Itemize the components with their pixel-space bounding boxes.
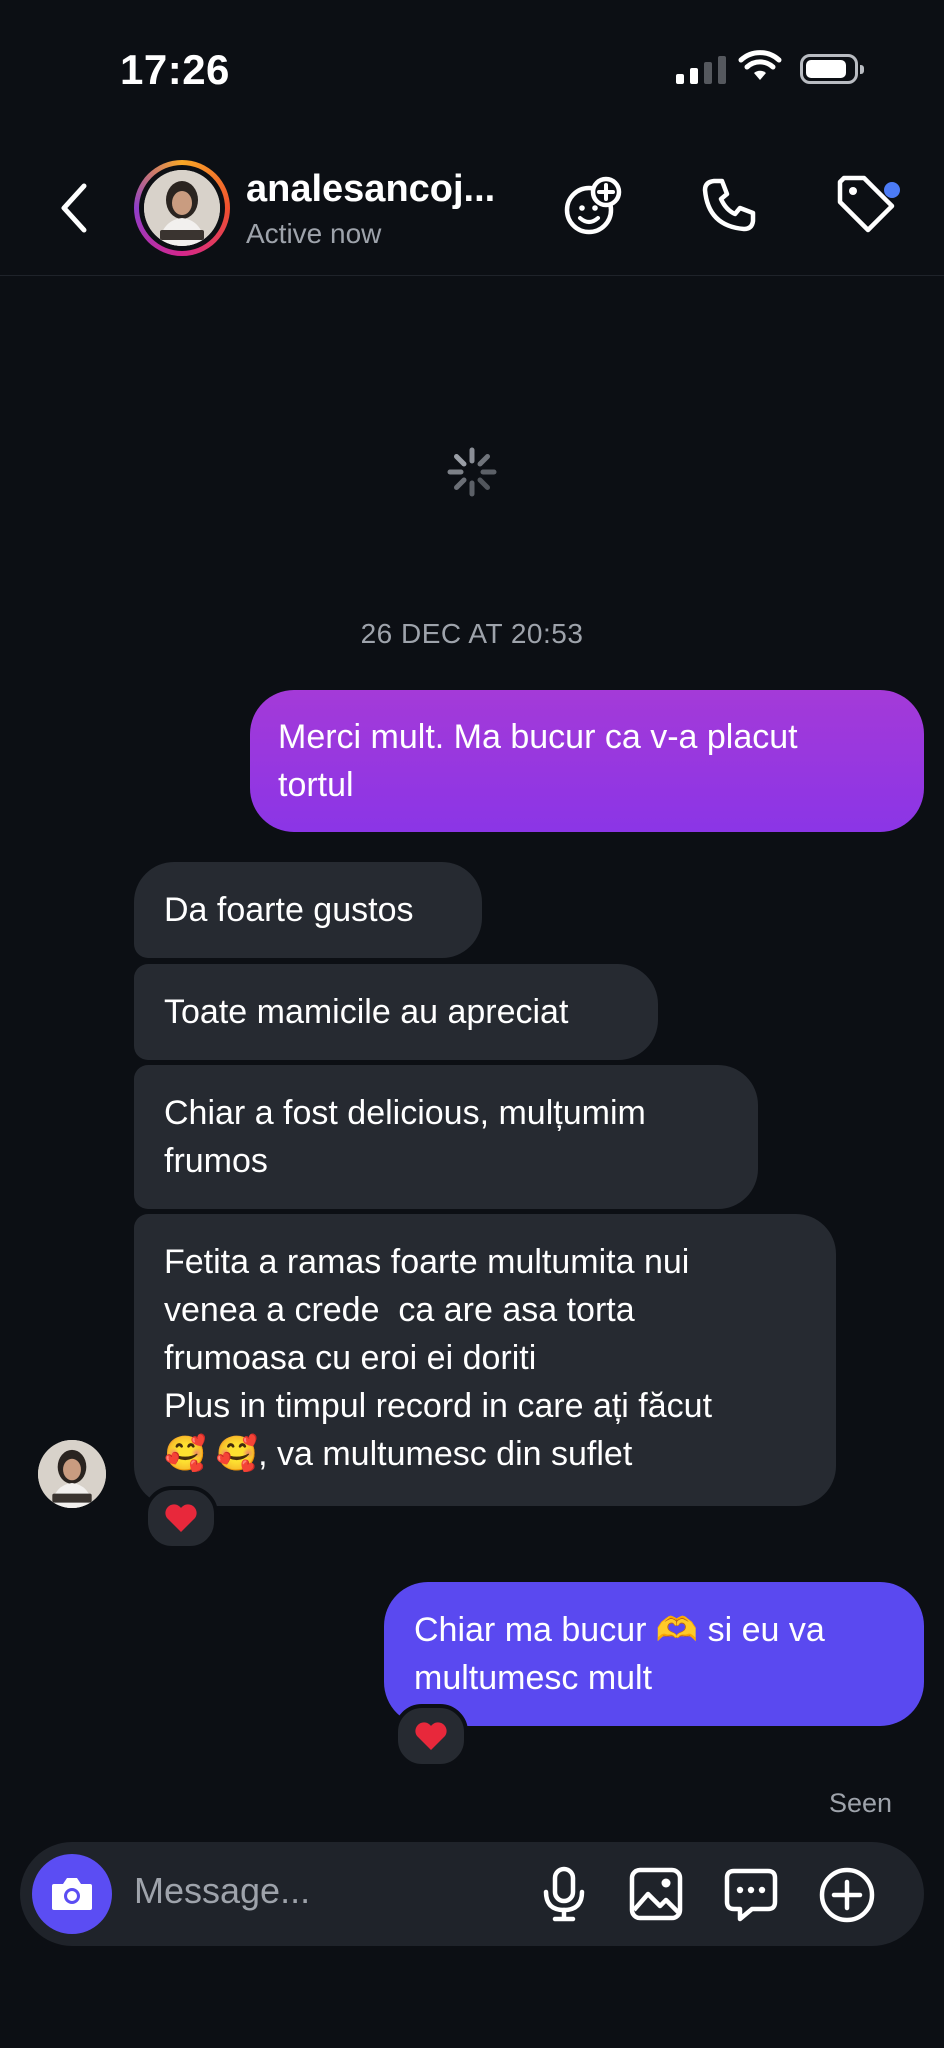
reaction-badge[interactable] <box>144 1486 218 1550</box>
heart-icon <box>415 1722 447 1750</box>
loading-spinner-icon <box>447 447 497 497</box>
profile-avatar[interactable] <box>134 160 230 256</box>
battery-icon <box>800 54 864 84</box>
incoming-message[interactable]: Da foarte gustos <box>134 862 482 958</box>
gallery-icon[interactable] <box>628 1866 684 1922</box>
camera-icon <box>52 1878 92 1910</box>
microphone-icon[interactable] <box>540 1866 588 1922</box>
tag-icon[interactable] <box>834 172 904 238</box>
seen-indicator: Seen <box>828 1788 892 1818</box>
active-status: Active now <box>246 218 382 249</box>
phone-icon[interactable] <box>700 176 758 234</box>
status-time: 17:26 <box>120 46 230 93</box>
reaction-badge[interactable] <box>394 1704 468 1768</box>
header-divider <box>0 275 944 276</box>
outgoing-message[interactable]: Merci mult. Ma bucur ca v-a placut tortu… <box>250 690 924 832</box>
outgoing-message[interactable]: Chiar ma bucur 🫶 si eu va multumesc mult <box>384 1582 924 1726</box>
heart-icon <box>165 1504 197 1532</box>
camera-button[interactable] <box>32 1854 112 1934</box>
avatar <box>144 170 220 246</box>
incoming-message[interactable]: Chiar a fost delicious, mulțumim frumos <box>134 1065 758 1209</box>
sender-avatar[interactable] <box>38 1440 106 1508</box>
chat-bubble-icon[interactable] <box>722 1866 780 1924</box>
back-chevron-icon[interactable] <box>56 180 92 236</box>
cellular-signal-icon <box>676 54 726 84</box>
contact-username[interactable]: analesancoj... <box>246 168 495 211</box>
incoming-message[interactable]: Toate mamicile au apreciat <box>134 964 658 1060</box>
wifi-icon <box>738 50 782 80</box>
message-input[interactable]: Message... <box>134 1870 310 1912</box>
sticker-add-icon[interactable] <box>562 176 624 238</box>
incoming-message[interactable]: Fetita a ramas foarte multumita nui vene… <box>134 1214 836 1506</box>
plus-circle-icon[interactable] <box>818 1866 876 1924</box>
date-separator: 26 DEC AT 20:53 <box>360 618 584 649</box>
